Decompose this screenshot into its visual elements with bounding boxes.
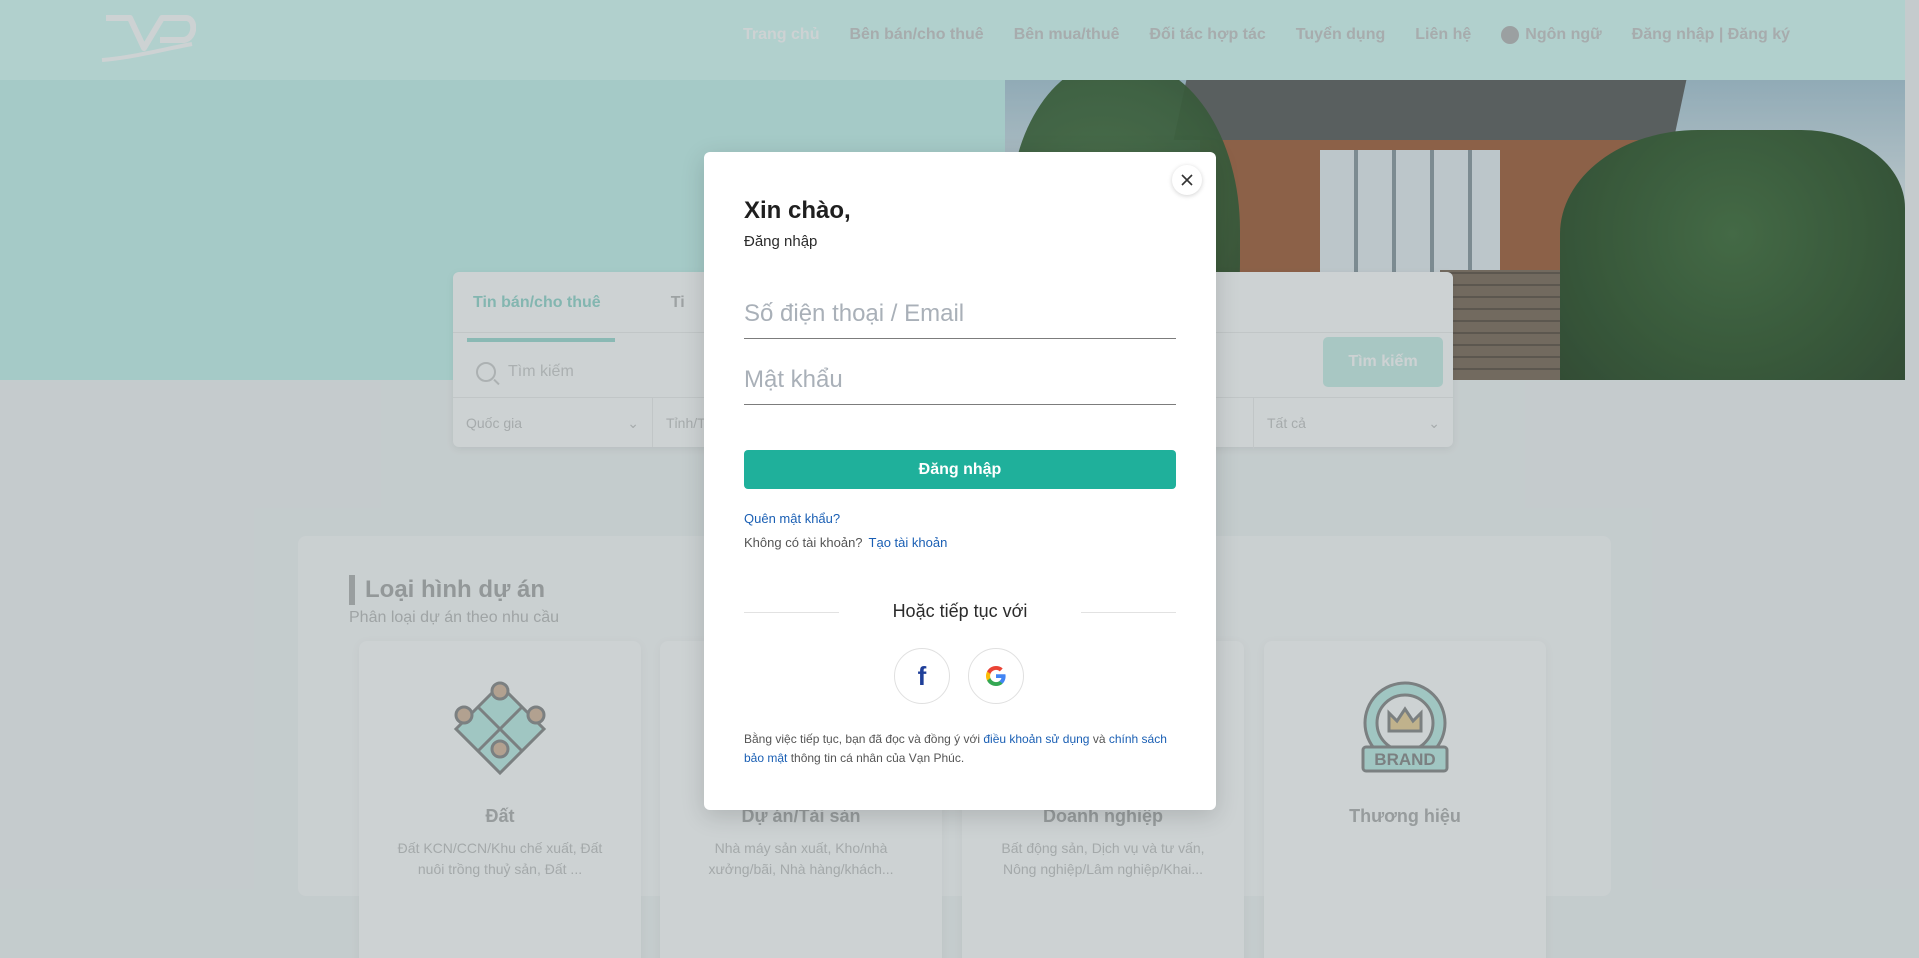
terms-text: Bằng việc tiếp tục, bạn đã đọc và đồng ý… bbox=[744, 730, 1176, 768]
terms-of-use-link[interactable]: điều khoản sử dụng bbox=[983, 732, 1089, 746]
password-input[interactable] bbox=[744, 366, 1176, 405]
login-button[interactable]: Đăng nhập bbox=[744, 450, 1176, 489]
close-icon bbox=[1181, 174, 1193, 186]
facebook-icon: f bbox=[917, 660, 927, 691]
no-account-row: Không có tài khoản? Tạo tài khoản bbox=[744, 535, 947, 550]
close-button[interactable] bbox=[1172, 165, 1202, 195]
modal-subtitle: Đăng nhập bbox=[744, 233, 818, 250]
terms-prefix: Bằng việc tiếp tục, bạn đã đọc và đồng ý… bbox=[744, 732, 981, 746]
phone-email-input[interactable] bbox=[744, 300, 1176, 339]
facebook-login-button[interactable]: f bbox=[894, 648, 950, 704]
divider-right bbox=[1081, 612, 1176, 613]
create-account-link[interactable]: Tạo tài khoản bbox=[869, 535, 948, 550]
modal-title: Xin chào, bbox=[744, 197, 851, 224]
login-modal: Xin chào, Đăng nhập Đăng nhập Quên mật k… bbox=[704, 152, 1216, 810]
google-login-button[interactable] bbox=[968, 648, 1024, 704]
google-icon bbox=[986, 666, 1006, 686]
terms-suffix: thông tin cá nhân của Vạn Phúc. bbox=[790, 751, 965, 765]
forgot-password-link[interactable]: Quên mật khẩu? bbox=[744, 511, 840, 526]
terms-and: và bbox=[1092, 732, 1106, 746]
no-account-text: Không có tài khoản? bbox=[744, 535, 863, 550]
